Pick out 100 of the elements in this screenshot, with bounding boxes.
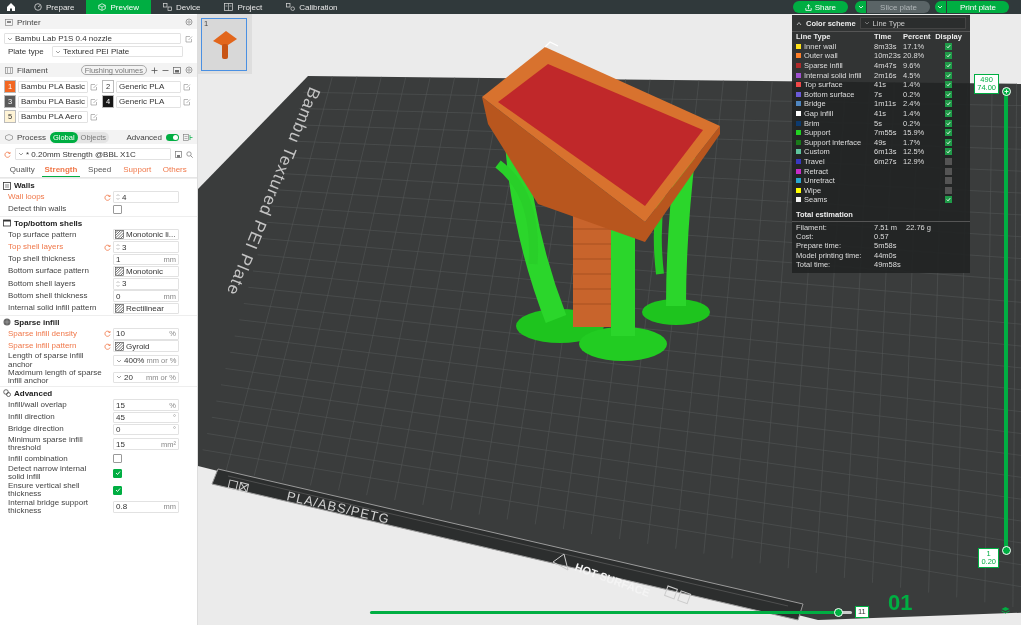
chevron-down-icon[interactable] bbox=[7, 35, 13, 42]
hatch-pattern-icon bbox=[115, 341, 124, 351]
layers-icon[interactable] bbox=[1001, 606, 1010, 615]
spin-field[interactable]: 3 bbox=[113, 278, 179, 290]
checkbox[interactable] bbox=[113, 468, 122, 478]
settings-icon[interactable] bbox=[185, 18, 193, 26]
slider-handle[interactable] bbox=[1001, 546, 1011, 555]
edit-icon[interactable] bbox=[90, 97, 99, 106]
setting-label: Bottom shell thickness bbox=[8, 292, 89, 301]
display-checkbox[interactable] bbox=[945, 177, 952, 185]
display-checkbox[interactable] bbox=[945, 186, 952, 194]
spool-icon bbox=[5, 66, 13, 74]
plus-icon[interactable] bbox=[151, 66, 158, 74]
chevron-down-icon bbox=[857, 4, 864, 10]
dropdown-button[interactable] bbox=[934, 1, 946, 13]
advanced-label: Advanced bbox=[126, 132, 162, 142]
setting-label: Ensure vertical shell thickness bbox=[8, 481, 81, 499]
display-checkbox[interactable] bbox=[945, 138, 952, 146]
settings-icon[interactable] bbox=[185, 66, 193, 74]
display-checkbox[interactable] bbox=[945, 81, 952, 89]
checkbox[interactable] bbox=[113, 204, 122, 214]
setting-label: Internal solid infill pattern bbox=[8, 304, 98, 313]
display-checkbox[interactable] bbox=[945, 167, 952, 175]
home-icon[interactable] bbox=[6, 2, 16, 12]
setting-label: Top shell layers bbox=[8, 242, 65, 252]
filament-select[interactable]: Generic PLA bbox=[116, 95, 181, 108]
setting-label: Detect thin walls bbox=[8, 205, 68, 214]
setting-label: Wall loops bbox=[8, 192, 46, 202]
spin-field[interactable]: 4 bbox=[113, 191, 179, 203]
nav-tab[interactable]: Device bbox=[150, 0, 213, 14]
setting-label: Sparse infill pattern bbox=[8, 341, 78, 351]
display-checkbox[interactable] bbox=[945, 158, 952, 165]
setting-label: Sparse infill density bbox=[8, 329, 78, 338]
pattern-dropdown[interactable]: Monotonic bbox=[113, 265, 179, 278]
chevron-up-icon[interactable] bbox=[796, 20, 802, 26]
setting-label: Top shell thickness bbox=[8, 255, 77, 264]
search-icon[interactable] bbox=[186, 150, 193, 158]
group-title: Sparse infill bbox=[14, 317, 60, 327]
reset-icon[interactable] bbox=[104, 243, 111, 251]
setting-label: Bottom shell layers bbox=[8, 279, 77, 289]
pattern-dropdown[interactable]: Gyroid bbox=[113, 340, 179, 352]
nav-tab[interactable]: Project bbox=[212, 0, 275, 14]
process-preset-select[interactable]: * 0.20mm Strength @BBL X1C bbox=[15, 148, 171, 160]
edit-icon[interactable] bbox=[185, 34, 193, 43]
display-checkbox[interactable] bbox=[945, 110, 952, 118]
edit-icon[interactable] bbox=[90, 112, 99, 121]
advanced-switch[interactable] bbox=[166, 133, 179, 141]
chevron-down-icon[interactable] bbox=[116, 374, 122, 381]
display-checkbox[interactable] bbox=[945, 90, 952, 98]
printer-select[interactable]: Bambu Lab P1S 0.4 nozzle bbox=[4, 33, 181, 44]
edit-icon[interactable] bbox=[183, 97, 191, 106]
checkbox[interactable] bbox=[113, 454, 122, 464]
save-icon[interactable] bbox=[175, 150, 182, 158]
reset-icon[interactable] bbox=[104, 193, 111, 201]
settings-tab[interactable]: Quality bbox=[4, 163, 41, 177]
hatch-pattern-icon bbox=[115, 267, 124, 277]
pattern-dropdown[interactable]: Rectilinear bbox=[113, 302, 179, 315]
edit-icon[interactable] bbox=[183, 82, 191, 91]
display-checkbox[interactable] bbox=[945, 100, 952, 108]
reset-icon[interactable] bbox=[104, 330, 111, 338]
calibration-icon bbox=[286, 3, 296, 11]
display-checkbox[interactable] bbox=[945, 52, 952, 60]
settings-tab[interactable]: Speed bbox=[81, 163, 118, 177]
filament-select[interactable]: Generic PLA bbox=[116, 80, 181, 93]
chevron-down-icon[interactable] bbox=[863, 20, 870, 26]
spin-field[interactable]: 3 bbox=[113, 241, 179, 253]
checkbox[interactable] bbox=[113, 485, 122, 495]
nav-tab[interactable]: Calibration bbox=[274, 0, 350, 14]
chevron-down-icon[interactable] bbox=[55, 48, 61, 55]
slider-handle[interactable] bbox=[1001, 87, 1011, 96]
nav-tab[interactable]: Prepare bbox=[22, 0, 87, 14]
filament-select[interactable]: Bambu PLA Aero bbox=[18, 110, 89, 123]
section-title: Filament bbox=[17, 65, 48, 75]
hatch-pattern-icon bbox=[115, 230, 124, 240]
chevron-down-icon[interactable] bbox=[116, 357, 122, 364]
cube-icon bbox=[98, 3, 107, 11]
printer-icon bbox=[162, 3, 172, 11]
display-checkbox[interactable] bbox=[945, 119, 952, 127]
chevron-down-icon[interactable] bbox=[18, 151, 24, 157]
layer-slider[interactable] bbox=[1001, 87, 1011, 555]
pattern-dropdown[interactable]: Monotonic li... bbox=[113, 229, 179, 241]
display-checkbox[interactable] bbox=[945, 71, 952, 79]
plate-type-select[interactable]: Textured PEI Plate bbox=[52, 46, 183, 57]
reset-icon[interactable] bbox=[4, 150, 11, 158]
display-checkbox[interactable] bbox=[945, 148, 952, 156]
setting-label: Detect narrow internal solid infill bbox=[8, 464, 88, 482]
filament-select[interactable]: Bambu PLA Basic bbox=[18, 95, 89, 108]
dropdown-button[interactable] bbox=[855, 1, 867, 13]
display-checkbox[interactable] bbox=[945, 129, 952, 137]
reset-icon[interactable] bbox=[104, 342, 111, 350]
filament-select[interactable]: Bambu PLA Basic bbox=[18, 80, 89, 93]
share-icon bbox=[804, 3, 812, 11]
wall-icon bbox=[3, 181, 11, 190]
slider-handle[interactable] bbox=[833, 608, 843, 617]
display-checkbox[interactable] bbox=[945, 196, 952, 204]
display-checkbox[interactable] bbox=[945, 62, 952, 70]
display-checkbox[interactable] bbox=[945, 42, 952, 50]
setting-label: Minimum sparse infill threshold bbox=[8, 435, 84, 453]
hatch-pattern-icon bbox=[115, 304, 124, 313]
edit-icon[interactable] bbox=[90, 82, 99, 91]
